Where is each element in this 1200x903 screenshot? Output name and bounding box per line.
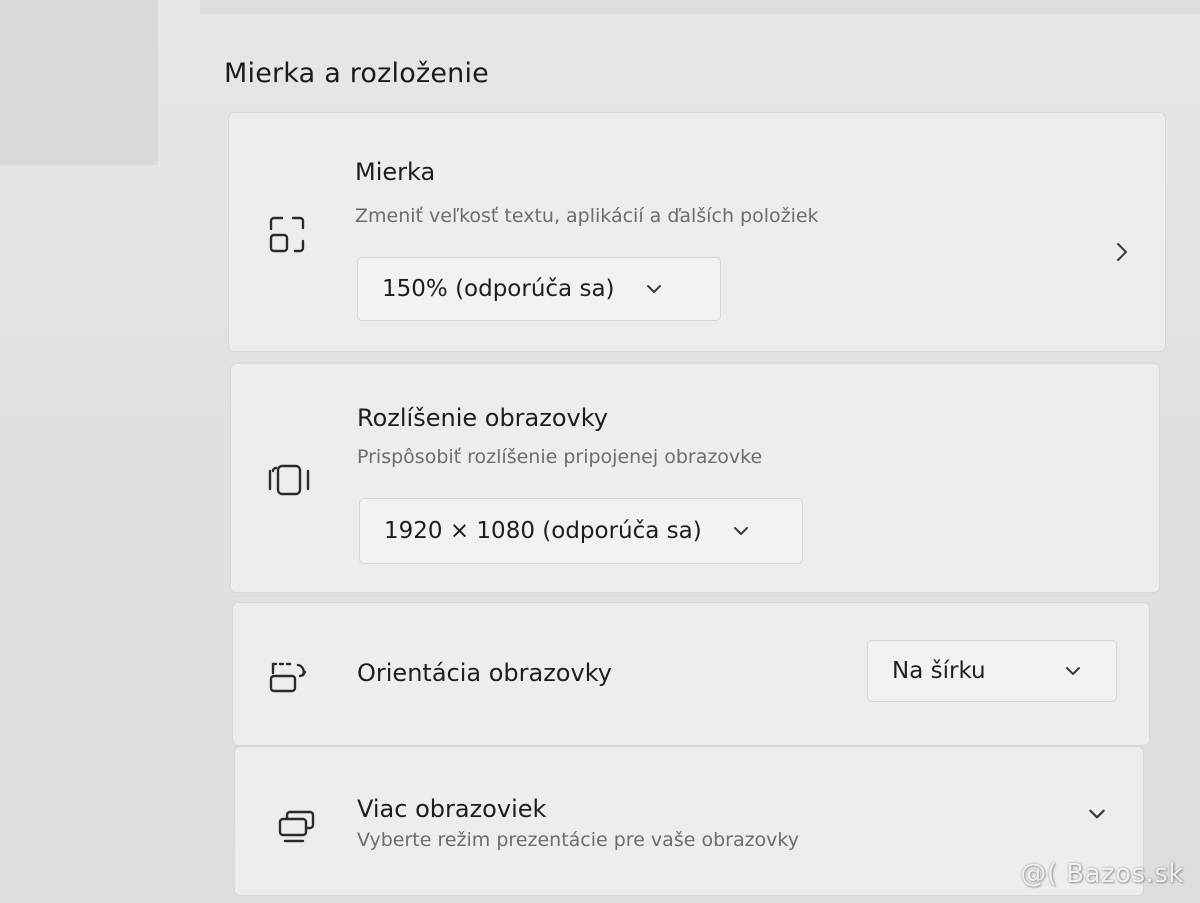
chevron-down-icon xyxy=(732,525,750,537)
multiple-displays-title: Viac obrazoviek xyxy=(357,795,547,823)
orientation-title: Orientácia obrazovky xyxy=(357,659,612,687)
left-panel-edge xyxy=(0,0,158,165)
resolution-dropdown[interactable]: 1920 × 1080 (odporúča sa) xyxy=(359,498,803,564)
multiple-displays-card[interactable]: Viac obrazoviek Vyberte režim prezentáci… xyxy=(234,746,1144,896)
resolution-dropdown-value: 1920 × 1080 (odporúča sa) xyxy=(384,518,702,544)
chevron-down-icon[interactable] xyxy=(1087,807,1107,821)
chevron-right-icon[interactable] xyxy=(1115,241,1129,263)
scale-dropdown[interactable]: 150% (odporúča sa) xyxy=(357,257,721,321)
scale-title: Mierka xyxy=(355,158,436,186)
resolution-subtitle: Prispôsobiť rozlíšenie pripojenej obrazo… xyxy=(357,446,763,468)
scale-dropdown-value: 150% (odporúča sa) xyxy=(382,276,615,302)
resolution-title: Rozlíšenie obrazovky xyxy=(357,404,608,432)
scale-card[interactable]: Mierka Zmeniť veľkosť textu, aplikácií a… xyxy=(228,112,1166,352)
orientation-dropdown-value: Na šírku xyxy=(892,658,986,684)
orientation-card: Orientácia obrazovky Na šírku xyxy=(232,602,1150,746)
chevron-down-icon xyxy=(1064,665,1082,677)
multiple-displays-subtitle: Vyberte režim prezentácie pre vaše obraz… xyxy=(357,829,800,851)
orientation-dropdown[interactable]: Na šírku xyxy=(867,640,1117,702)
orientation-icon xyxy=(267,655,311,699)
section-title: Mierka a rozloženie xyxy=(224,58,489,89)
resolution-icon xyxy=(267,458,311,502)
top-edge xyxy=(200,0,1200,14)
resolution-card: Rozlíšenie obrazovky Prispôsobiť rozlíše… xyxy=(230,363,1160,593)
chevron-down-icon xyxy=(645,283,663,295)
scale-icon xyxy=(265,213,309,257)
watermark: @( Bazos.sk xyxy=(1020,859,1184,889)
scale-subtitle: Zmeniť veľkosť textu, aplikácií a ďalšíc… xyxy=(355,205,819,227)
multiple-displays-icon xyxy=(275,805,319,849)
